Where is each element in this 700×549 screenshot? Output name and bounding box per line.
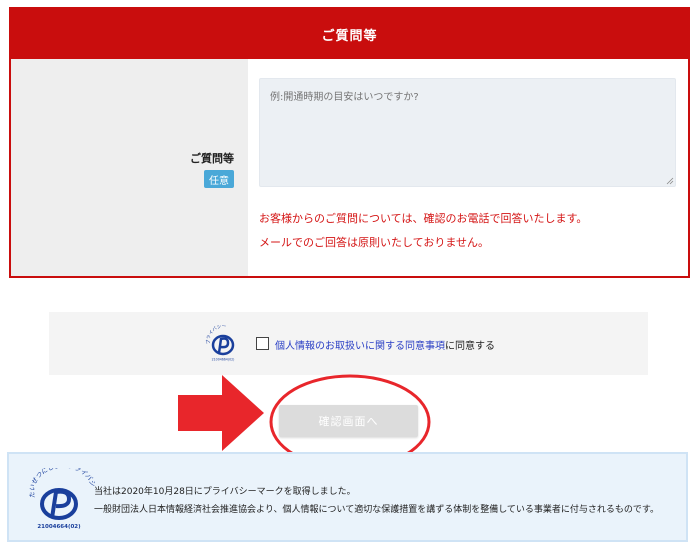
optional-badge: 任意 xyxy=(204,170,234,188)
inquiry-textarea[interactable] xyxy=(259,78,676,187)
svg-text:プライバシー: プライバシー xyxy=(206,325,227,345)
field-label-column: ご質問等 任意 xyxy=(11,59,248,276)
privacy-info-line-2: 一般財団法人日本情報経済社会推進協会より、個人情報について適切な保護措置を講ずる… xyxy=(94,505,660,515)
form-row-inquiry: ご質問等 任意 お客様からのご質問については、確認のお電話で回答いたします。 メ… xyxy=(11,59,688,276)
privacy-mark-logo: プライバシー 21004664(02) xyxy=(206,325,235,362)
privacy-policy-link[interactable]: 個人情報のお取扱いに関する同意事項 xyxy=(275,341,445,352)
consent-suffix: に同意する xyxy=(445,341,495,352)
svg-text:21004664(02): 21004664(02) xyxy=(37,524,81,530)
consent-section: プライバシー 21004664(02) 個人情報のお取扱いに関する同意事項に同意… xyxy=(49,312,648,375)
resize-grip-icon[interactable] xyxy=(666,177,674,185)
consent-label: 個人情報のお取扱いに関する同意事項に同意する xyxy=(275,337,495,352)
svg-text:21004664(02): 21004664(02) xyxy=(212,358,235,362)
form-header: ご質問等 xyxy=(11,9,688,59)
consent-checkbox[interactable] xyxy=(256,337,269,350)
notice-line-2: メールでのご回答は原則いたしておりません。 xyxy=(259,236,490,249)
notice-line-1: お客様からのご質問については、確認のお電話で回答いたします。 xyxy=(259,212,588,225)
svg-text:たいせつにしますプライバシー: たいせつにしますプライバシー xyxy=(29,468,95,499)
privacy-mark-logo-large: たいせつにしますプライバシー 21004664(02) xyxy=(29,468,95,530)
red-arrow-icon xyxy=(178,375,264,451)
field-label: ご質問等 xyxy=(190,152,234,165)
privacy-mark-info: たいせつにしますプライバシー 21004664(02) 当社は2020年10月2… xyxy=(7,452,688,542)
inquiry-form-section: ご質問等 ご質問等 任意 お客様からのご質問については、確認のお電話で回答いたし… xyxy=(9,7,690,278)
form-header-title: ご質問等 xyxy=(321,28,378,44)
confirm-button[interactable]: 確認画面へ xyxy=(279,405,418,437)
privacy-info-line-1: 当社は2020年10月28日にプライバシーマークを取得しました。 xyxy=(94,487,356,497)
field-input-column: お客様からのご質問については、確認のお電話で回答いたします。 メールでのご回答は… xyxy=(248,59,688,276)
